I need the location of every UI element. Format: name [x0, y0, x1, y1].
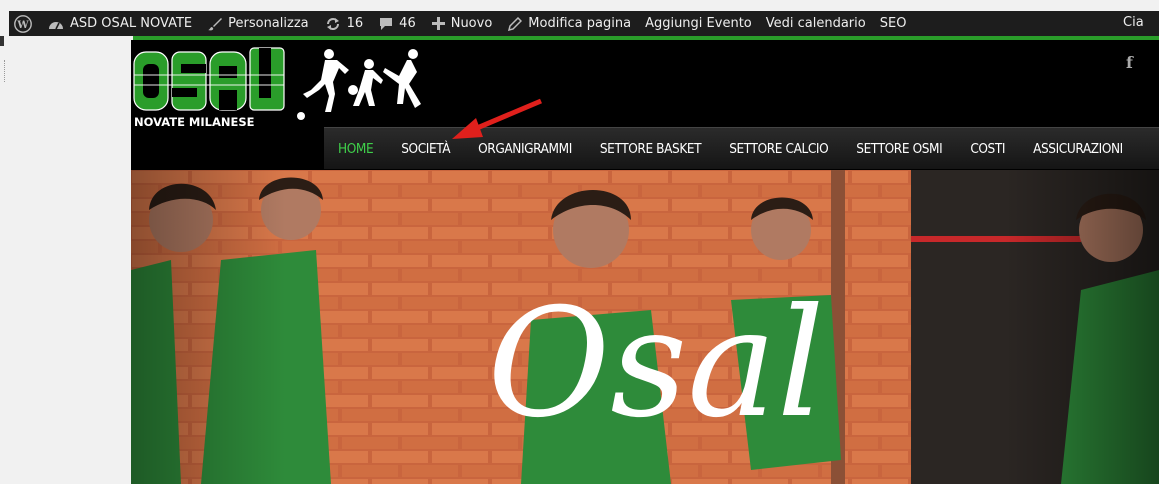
athletes-silhouette-icon — [297, 49, 421, 120]
hero-photo: Osal — [131, 170, 1159, 484]
nav-item-assicurazioni[interactable]: ASSICURAZIONI — [1019, 141, 1137, 157]
site-header: NOVATE MILANESE f HOME SOCIETÀ ORGANIGRA… — [131, 40, 1159, 170]
hero-script-title: Osal — [487, 277, 824, 451]
nav-item-settore-basket[interactable]: SETTORE BASKET — [586, 141, 715, 157]
comment-bubble-icon — [379, 17, 393, 31]
seo-menu-button[interactable]: SEO — [880, 11, 907, 36]
customize-label: Personalizza — [228, 16, 309, 31]
updates-icon — [325, 17, 341, 31]
user-greeting[interactable]: Cia — [1123, 15, 1144, 30]
red-arrow-annotation — [452, 98, 542, 139]
facebook-icon[interactable]: f — [1126, 53, 1133, 72]
comments-count: 46 — [399, 16, 416, 31]
nav-item-costi[interactable]: COSTI — [956, 141, 1019, 157]
view-calendar-label: Vedi calendario — [765, 16, 866, 31]
add-event-label: Aggiungi Evento — [645, 16, 752, 31]
page-edge-marker — [4, 60, 8, 82]
nav-item-settore-calcio[interactable]: SETTORE CALCIO — [715, 141, 842, 157]
nav-item-settore-osmi[interactable]: SETTORE OSMI — [842, 141, 956, 157]
wordpress-logo-icon[interactable]: W — [14, 11, 32, 36]
seo-label: SEO — [879, 16, 907, 31]
new-content-button[interactable]: Nuovo — [431, 11, 493, 36]
comments-button[interactable]: 46 — [379, 11, 416, 36]
hero-slider[interactable]: Osal — [131, 170, 1159, 484]
pencil-icon — [508, 16, 523, 31]
updates-count: 16 — [346, 16, 364, 31]
page-edge-marker — [0, 36, 4, 46]
site-name-label: ASD OSAL NOVATE — [70, 16, 193, 31]
new-content-label: Nuovo — [450, 16, 493, 31]
edit-page-button[interactable]: Modifica pagina — [508, 11, 631, 36]
nav-item-home[interactable]: HOME — [324, 141, 387, 157]
add-event-button[interactable]: Aggiungi Evento — [645, 11, 752, 36]
site-name-menu[interactable]: ASD OSAL NOVATE — [48, 11, 192, 36]
view-calendar-button[interactable]: Vedi calendario — [766, 11, 866, 36]
wp-admin-bar: W ASD OSAL NOVATE Personalizza 16 46 Nuo… — [9, 11, 1159, 36]
updates-button[interactable]: 16 — [325, 11, 364, 36]
svg-text:W: W — [16, 20, 29, 31]
logo-subtitle: NOVATE MILANESE — [134, 115, 255, 129]
brush-icon — [208, 17, 223, 31]
plus-icon — [431, 17, 445, 30]
dashboard-icon — [48, 17, 64, 31]
customize-button[interactable]: Personalizza — [208, 11, 309, 36]
edit-page-label: Modifica pagina — [528, 16, 632, 31]
